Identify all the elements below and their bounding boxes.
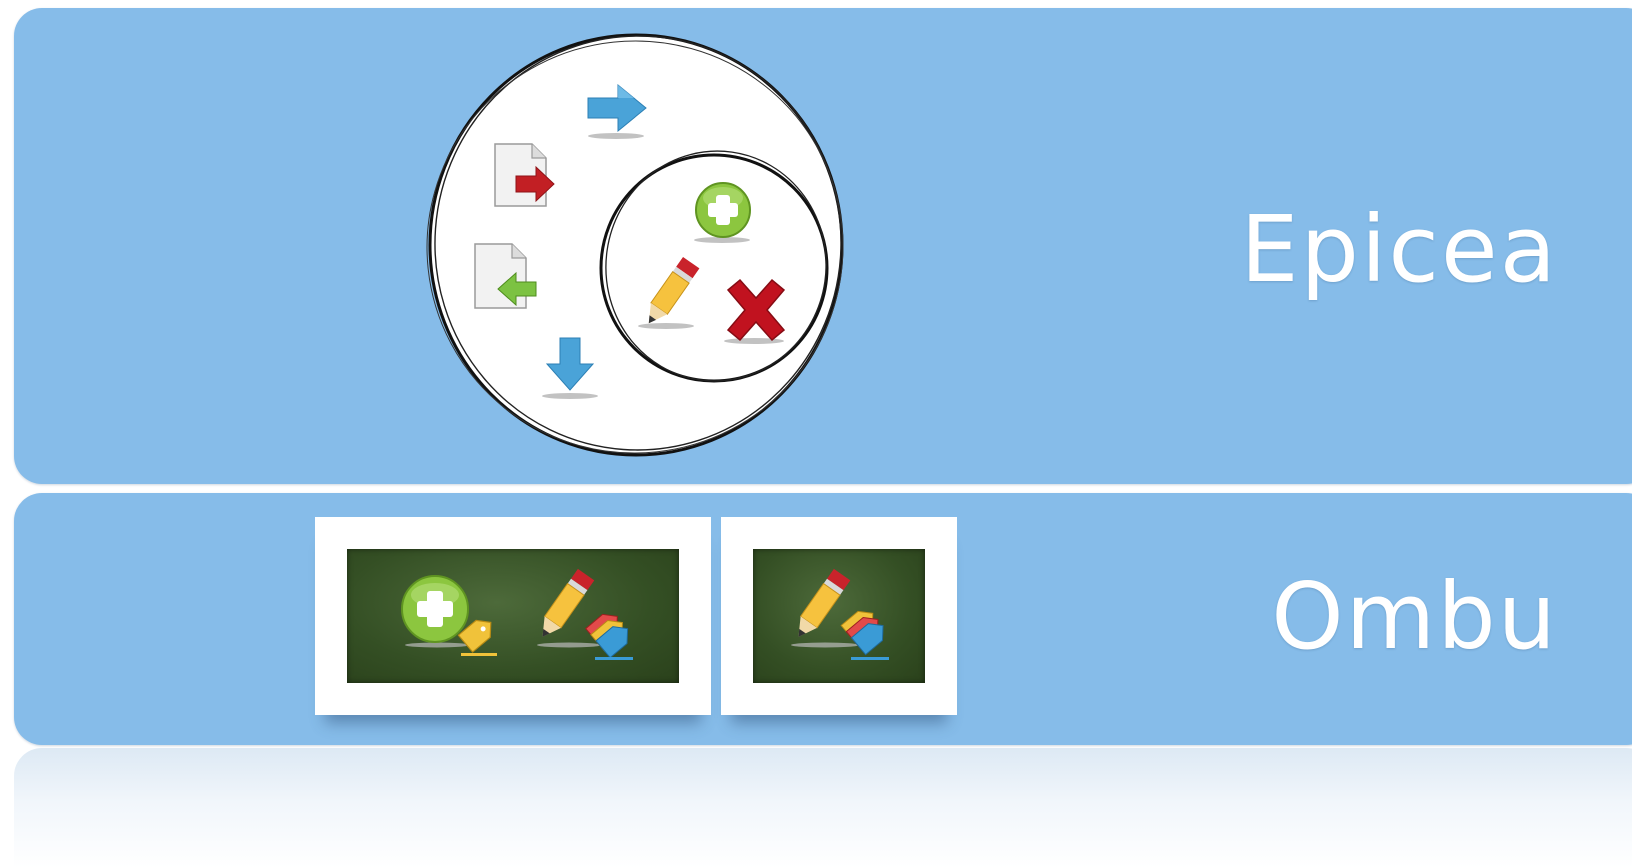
add-tag-icon [401, 575, 497, 656]
edit-tags-icon [791, 568, 889, 660]
ombu-screenshot-edit [721, 517, 957, 715]
ombu-screenshot-add-edit [315, 517, 711, 715]
edit-tags-icon [537, 568, 633, 660]
toolbar-board [753, 549, 925, 683]
epicea-title: Epicea [1240, 196, 1558, 303]
ombu-title: Ombu [1271, 563, 1558, 670]
operations-venn-diagram [426, 33, 844, 457]
toolbar-board [347, 549, 679, 683]
panel-reflection [14, 748, 1632, 868]
